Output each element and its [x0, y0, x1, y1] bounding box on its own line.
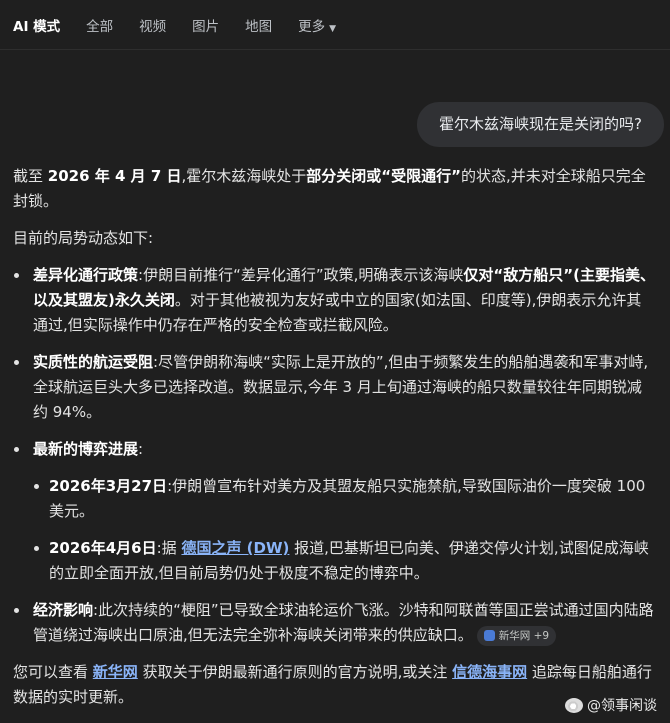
user-query-bubble: 霍尔木兹海峡现在是关闭的吗?: [417, 102, 664, 147]
bullet-title: 实质性的航运受阻: [33, 353, 154, 371]
tab-more[interactable]: 更多 ▼: [298, 15, 336, 35]
answer-lead: 目前的局势动态如下:: [13, 229, 154, 247]
mode-tabs: AI 模式 全部 视频 图片 地图 更多 ▼: [0, 0, 670, 50]
bullet-progress: 最新的博弈进展: 2026年3月27日:伊朗曾宣布针对美方及其盟友船只实施禁航,…: [13, 437, 656, 586]
answer-bullet-list: 差异化通行政策:伊朗目前推行“差异化通行”政策,明确表示该海峡仅对“敌方船只”(…: [13, 263, 656, 648]
bullet-text: :伊朗目前推行“差异化通行”政策,明确表示该海峡: [138, 266, 464, 284]
intro-date: 2026 年 4 月 7 日: [47, 167, 182, 185]
answer-intro: 截至 2026 年 4 月 7 日,霍尔木兹海峡处于部分关闭或“受限通行”的状态…: [13, 164, 656, 214]
ai-answer: 截至 2026 年 4 月 7 日,霍尔木兹海峡处于部分关闭或“受限通行”的状态…: [0, 147, 670, 710]
tab-more-label: 更多: [298, 18, 326, 35]
caret-down-icon: ▼: [329, 23, 337, 34]
sub-bullet-list: 2026年3月27日:伊朗曾宣布针对美方及其盟友船只实施禁航,导致国际油价一度突…: [33, 474, 656, 586]
intro-status: 部分关闭或“受限通行”: [306, 167, 462, 185]
tab-videos[interactable]: 视频: [139, 15, 166, 35]
weibo-logo-icon: [565, 697, 583, 713]
bullet-title: 差异化通行政策: [33, 266, 139, 284]
xindemaritime-link[interactable]: 信德海事网: [452, 663, 527, 681]
query-row: 霍尔木兹海峡现在是关闭的吗?: [0, 50, 670, 147]
bullet-shipping: 实质性的航运受阻:尽管伊朗称海峡“实际上是开放的”,但由于频繁发生的船舶遇袭和军…: [13, 350, 656, 425]
tab-ai-mode[interactable]: AI 模式: [13, 15, 60, 35]
dw-link[interactable]: 德国之声 (DW): [181, 539, 289, 557]
bullet-title: 经济影响: [33, 601, 94, 619]
source-chip-label: 新华网 +9: [498, 629, 550, 642]
bullet-economy: 经济影响:此次持续的“梗阻”已导致全球油轮运价飞涨。沙特和阿联酋等国正尝试通过国…: [13, 598, 656, 648]
closing-text: 您可以查看: [13, 663, 93, 681]
watermark-text: @领事闲谈: [587, 698, 657, 714]
tab-images[interactable]: 图片: [192, 15, 219, 35]
bullet-text: :此次持续的“梗阻”已导致全球油轮运价飞涨。沙特和阿联酋等国正尝试通过国内陆路管…: [33, 601, 654, 644]
answer-closing: 您可以查看 新华网 获取关于伊朗最新通行原则的官方说明,或关注 信德海事网 追踪…: [13, 660, 656, 710]
tab-all[interactable]: 全部: [86, 15, 113, 35]
sub-bullet-april: 2026年4月6日:据 德国之声 (DW) 报道,巴基斯坦已向美、伊递交停火计划…: [33, 536, 656, 586]
sub-bullet-march: 2026年3月27日:伊朗曾宣布针对美方及其盟友船只实施禁航,导致国际油价一度突…: [33, 474, 656, 524]
xinhua-link[interactable]: 新华网: [93, 663, 138, 681]
intro-text: 截至: [13, 167, 48, 185]
xinhua-logo-icon: [483, 630, 495, 641]
sub-bullet-text: :据: [156, 539, 182, 557]
tab-maps[interactable]: 地图: [245, 15, 272, 35]
sub-bullet-date: 2026年4月6日: [49, 539, 157, 557]
sub-bullet-date: 2026年3月27日: [49, 477, 168, 495]
source-chip[interactable]: 新华网 +9: [476, 625, 557, 646]
bullet-policy: 差异化通行政策:伊朗目前推行“差异化通行”政策,明确表示该海峡仅对“敌方船只”(…: [13, 263, 656, 338]
bullet-title: 最新的博弈进展: [33, 440, 139, 458]
closing-text: 获取关于伊朗最新通行原则的官方说明,或关注: [137, 663, 453, 681]
weibo-watermark: @领事闲谈: [561, 694, 661, 716]
intro-text: ,霍尔木兹海峡处于: [181, 167, 307, 185]
bullet-text: :: [138, 440, 144, 458]
